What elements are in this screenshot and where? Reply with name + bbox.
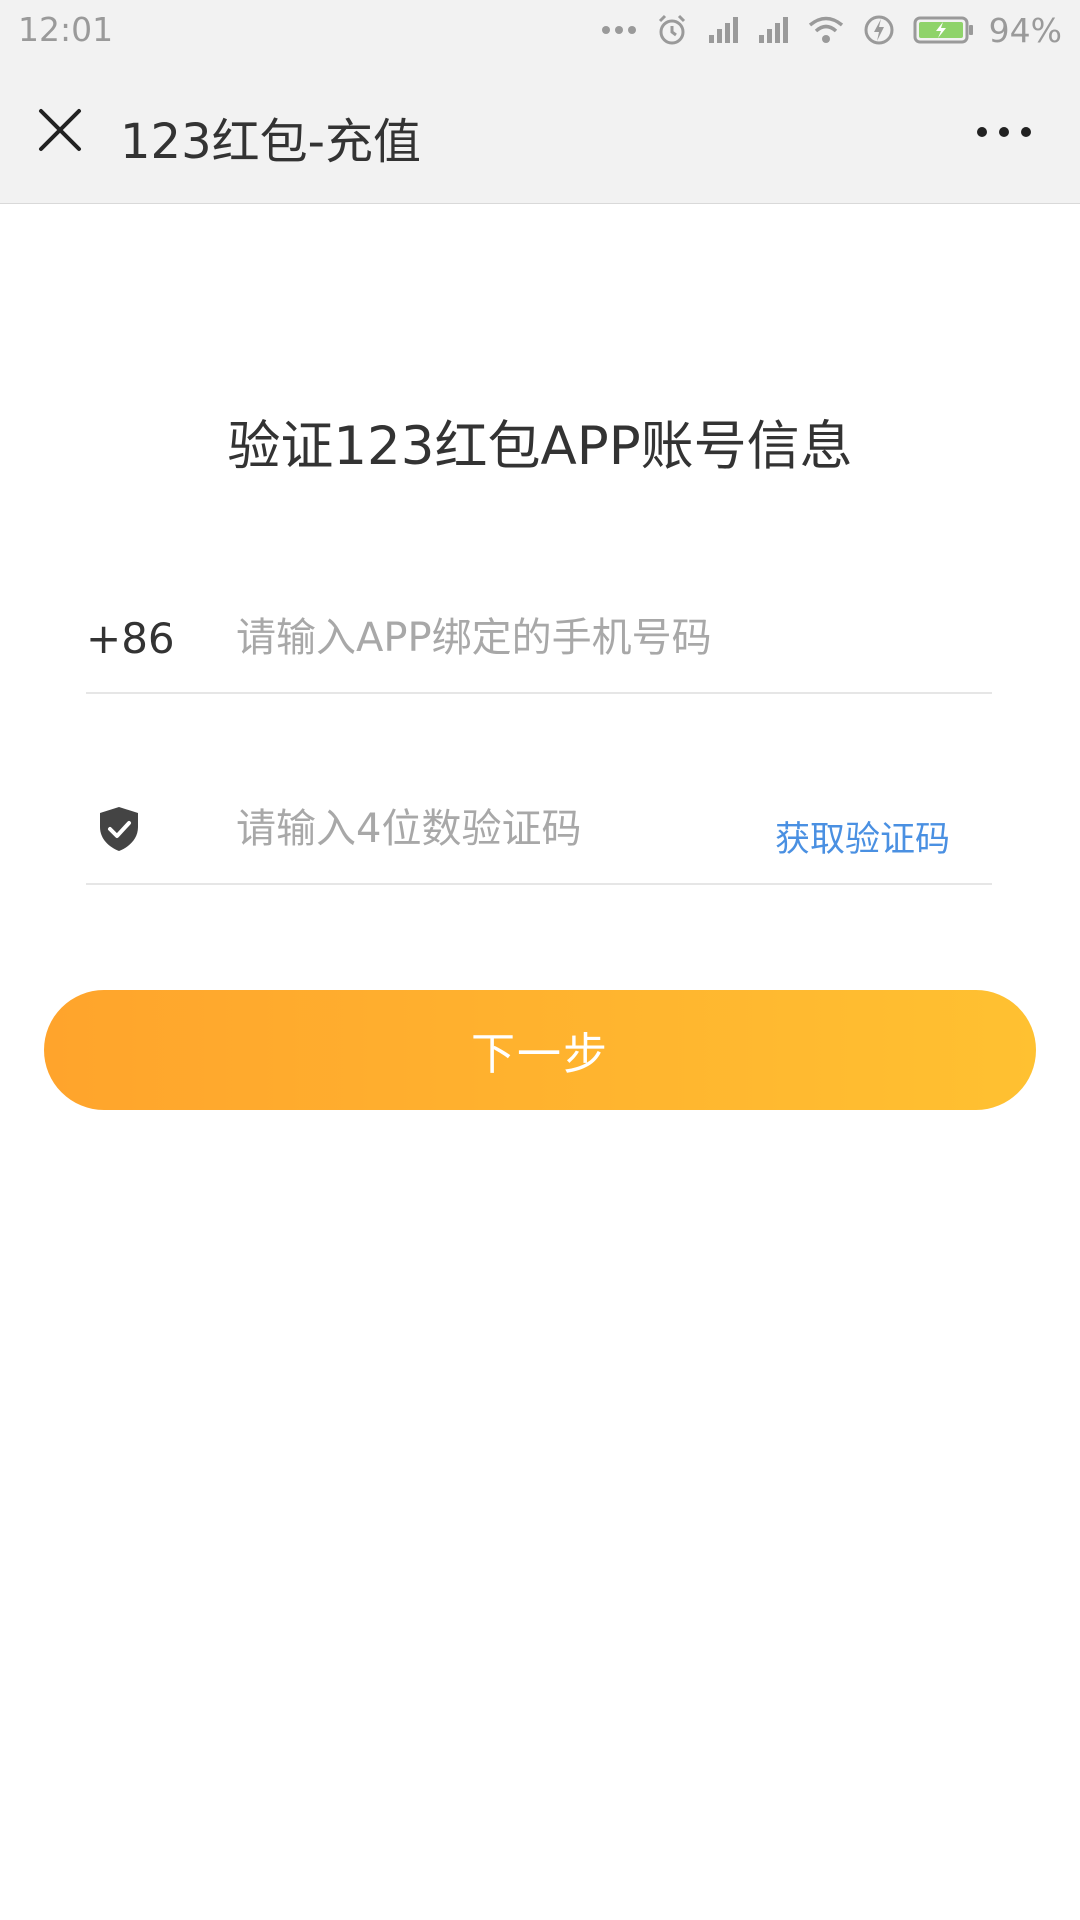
- charging-icon: [863, 13, 895, 47]
- phone-field: +86: [86, 596, 992, 694]
- signal-icon: [707, 15, 739, 45]
- status-bar: 12:01 94%: [0, 0, 1080, 60]
- nav-bar: 123红包-充值: [0, 60, 1080, 204]
- alarm-icon: [655, 13, 689, 47]
- battery-icon: [913, 15, 975, 45]
- status-time: 12:01: [18, 10, 114, 49]
- shield-check-icon: [98, 805, 140, 853]
- next-button[interactable]: 下一步: [44, 990, 1036, 1110]
- battery-percent: 94%: [988, 10, 1062, 50]
- wifi-icon: [807, 15, 845, 45]
- country-code: +86: [86, 614, 175, 663]
- verify-title: 验证123红包APP账号信息: [227, 416, 853, 477]
- phone-input[interactable]: [236, 608, 976, 668]
- code-field: 获取验证码: [86, 787, 992, 885]
- status-icons: 94%: [583, 8, 1062, 52]
- page-title: 123红包-充值: [120, 114, 421, 170]
- more-dots-icon: [601, 24, 637, 36]
- verification-code-input[interactable]: [236, 799, 756, 859]
- more-icon[interactable]: [972, 112, 1036, 152]
- signal-icon: [757, 15, 789, 45]
- close-icon[interactable]: [36, 106, 84, 154]
- get-code-button[interactable]: 获取验证码: [775, 811, 950, 862]
